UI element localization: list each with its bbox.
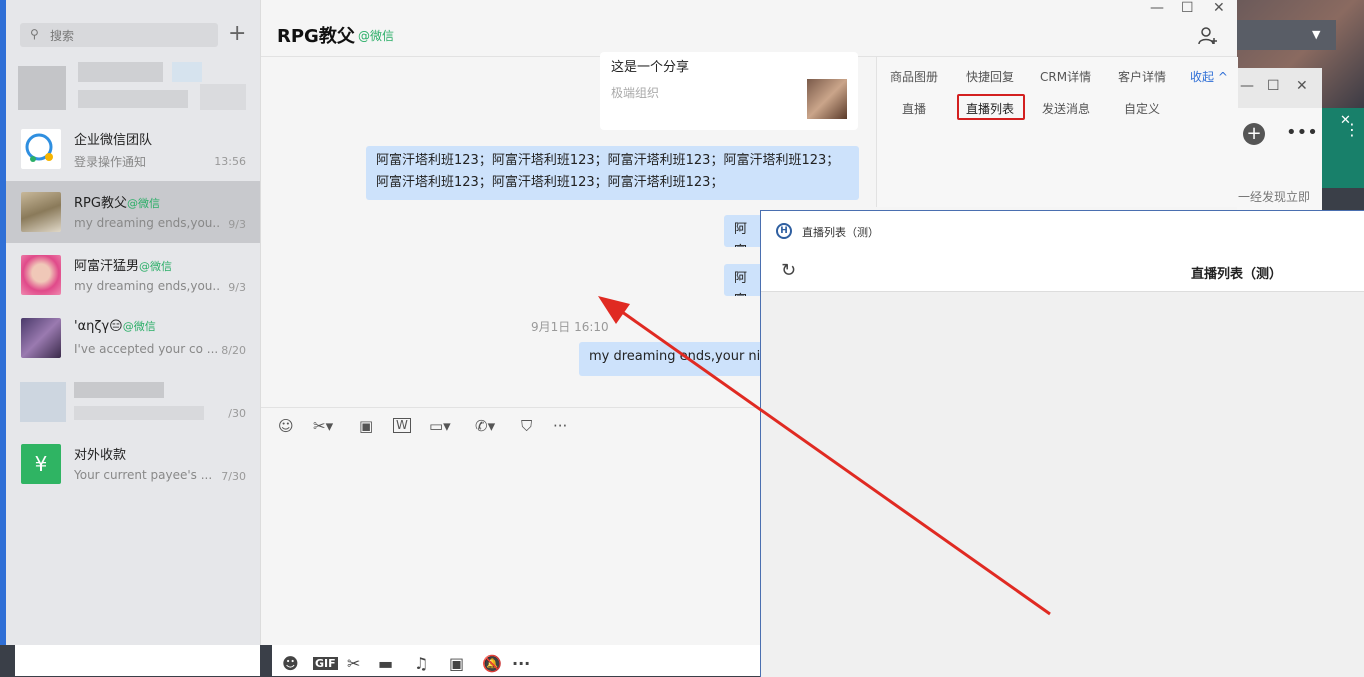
chevron-up-icon: ^ <box>1217 70 1228 84</box>
mute-bell-icon: 🔕 <box>482 654 502 673</box>
conversation-preview: 登录操作通知 <box>74 155 147 169</box>
phone-icon[interactable]: ✆▾ <box>475 417 495 435</box>
more-icon[interactable]: ··· <box>553 417 567 435</box>
app-logo-icon: H <box>776 223 792 239</box>
music-icon: ♫ <box>414 654 429 673</box>
folder-icon[interactable]: ▭▾ <box>429 417 451 435</box>
conversation-item[interactable]: 'αηζγ😑@微信 I've accepted your co ... 8/20 <box>6 307 260 369</box>
conversation-name: 对外收款 <box>74 448 127 463</box>
maximize-icon: ☐ <box>1267 78 1280 94</box>
tab-live-list[interactable]: 直播列表 <box>966 100 1014 117</box>
minimize-icon: — <box>1240 78 1254 94</box>
close-icon: ✕ <box>1296 78 1308 94</box>
contact-avatar <box>21 255 61 295</box>
vertical-more-icon: ⋮ <box>1344 120 1360 139</box>
conversation-time: /30 <box>228 407 246 420</box>
blurred-preview <box>78 90 188 108</box>
annotation-arrow-icon <box>598 296 1051 616</box>
emoji-icon[interactable]: ☺ <box>278 417 294 435</box>
conversation-name: RPG教父@微信 <box>74 196 160 211</box>
conversation-preview: my dreaming ends,you... <box>74 279 219 293</box>
share-source: 极端组织 <box>611 86 660 100</box>
tab-live[interactable]: 直播 <box>902 100 926 117</box>
contact-avatar <box>21 192 61 232</box>
tab-product-album[interactable]: 商品图册 <box>890 68 938 85</box>
wecom-team-avatar <box>21 129 61 169</box>
conversation-name: 企业微信团队 <box>74 133 153 148</box>
blurred-name <box>78 62 163 82</box>
popup-window-title: 直播列表（测） <box>802 226 879 239</box>
tab-send-message[interactable]: 发送消息 <box>1042 100 1090 117</box>
folder-icon: ▬ <box>378 654 394 673</box>
share-thumbnail <box>807 79 847 119</box>
tab-crm-detail[interactable]: CRM详情 <box>1040 68 1091 85</box>
conversation-item-active[interactable]: RPG教父@微信 my dreaming ends,you... 9/3 <box>6 181 260 243</box>
conversation-time: 9/3 <box>228 281 246 294</box>
conversation-item[interactable]: ¥ 对外收款 Your current payee's ... 7/30 <box>6 433 260 495</box>
conversation-preview: Your current payee's ... <box>74 468 213 482</box>
tab-quick-reply[interactable]: 快捷回复 <box>966 68 1014 85</box>
conversation-name: 'αηζγ😑@微信 <box>74 319 156 334</box>
tab-customer-detail[interactable]: 客户详情 <box>1118 68 1166 85</box>
image-icon[interactable]: ▣ <box>359 417 373 435</box>
conversation-name: 阿富汗猛男@微信 <box>74 259 173 274</box>
blurred-name <box>74 382 164 398</box>
background-window-bar <box>1236 20 1336 50</box>
contact-avatar <box>21 318 61 358</box>
message-bubble[interactable]: 阿富 <box>724 215 764 247</box>
maximize-button[interactable]: ☐ <box>1181 0 1194 16</box>
image-icon: ▣ <box>449 654 465 673</box>
blurred-block <box>200 84 246 110</box>
share-title: 这是一个分享 <box>611 60 690 75</box>
background-strip <box>1322 148 1364 188</box>
minimize-button[interactable]: — <box>1150 0 1164 16</box>
more-icon: ··· <box>512 654 531 673</box>
conversation-preview: I've accepted your co ... <box>74 342 219 356</box>
chevron-down-icon: ▼ <box>1312 28 1321 41</box>
conversation-item-blurred[interactable]: /30 <box>6 370 260 432</box>
background-window-bottom <box>15 645 260 676</box>
blurred-avatar <box>20 382 66 422</box>
conversation-item[interactable]: 阿富汗猛男@微信 my dreaming ends,you... 9/3 <box>6 244 260 306</box>
blurred-preview <box>74 406 204 420</box>
fold-button[interactable]: 收起 ^ <box>1190 68 1228 85</box>
blurred-block <box>172 62 202 82</box>
chat-title: RPG教父 <box>277 26 355 47</box>
close-button[interactable]: ✕ <box>1213 0 1225 16</box>
popup-title: 直播列表（测） <box>1191 267 1283 282</box>
more-icon: ••• <box>1286 122 1318 143</box>
message-bubble[interactable]: 阿富汗塔利班123；阿富汗塔利班123；阿富汗塔利班123；阿富汗塔利班123；… <box>366 146 859 200</box>
scissors-icon: ✂ <box>347 654 361 673</box>
search-icon: ⚲ <box>30 27 39 41</box>
payment-icon[interactable]: ⛉ <box>521 417 532 435</box>
conversation-time: 7/30 <box>221 470 246 483</box>
wechat-tag: @微信 <box>358 29 395 43</box>
add-circle-icon: + <box>1243 123 1265 145</box>
payment-icon: ¥ <box>21 444 61 484</box>
add-button[interactable]: + <box>228 22 246 46</box>
gif-icon: GIF <box>313 657 338 670</box>
conversation-preview: my dreaming ends,you... <box>74 216 219 230</box>
refresh-icon[interactable]: ↻ <box>781 260 796 281</box>
document-icon[interactable]: W <box>393 418 411 433</box>
add-contact-icon[interactable] <box>1198 26 1218 46</box>
screenshot-icon[interactable]: ✂▾ <box>313 417 333 435</box>
blurred-avatar <box>18 66 66 110</box>
background-cut-text: 一经发现立即 <box>1238 190 1311 204</box>
conversation-time: 13:56 <box>214 155 246 168</box>
emoji-icon: ☻ <box>282 654 299 673</box>
conversation-item[interactable]: 企业微信团队 登录操作通知 13:56 <box>6 118 260 180</box>
conversation-time: 8/20 <box>221 344 246 357</box>
tab-custom[interactable]: 自定义 <box>1124 100 1160 117</box>
search-placeholder: 搜索 <box>50 29 75 43</box>
conversation-time: 9/3 <box>228 218 246 231</box>
